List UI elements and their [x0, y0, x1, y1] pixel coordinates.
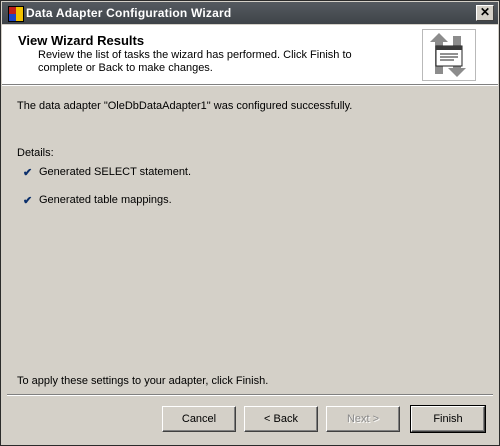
detail-item: Generated table mappings. — [39, 194, 172, 206]
app-icon — [8, 6, 24, 22]
back-button[interactable]: < Back — [244, 406, 318, 432]
close-icon: ✕ — [479, 5, 491, 19]
footer-note: To apply these settings to your adapter,… — [17, 375, 269, 387]
wizard-window: Data Adapter Configuration Wizard ✕ View… — [0, 0, 500, 446]
window-title: Data Adapter Configuration Wizard — [26, 6, 232, 20]
page-title: View Wizard Results — [18, 33, 145, 48]
title-bar[interactable]: Data Adapter Configuration Wizard ✕ — [2, 2, 498, 24]
data-adapter-wizard-icon — [422, 29, 476, 81]
detail-item: Generated SELECT statement. — [39, 166, 192, 178]
next-button[interactable]: Next > — [326, 406, 400, 432]
details-label: Details: — [17, 147, 54, 159]
checkmark-icon: ✔ — [23, 195, 33, 207]
cancel-button[interactable]: Cancel — [162, 406, 236, 432]
checkmark-icon: ✔ — [23, 167, 33, 179]
page-description: Review the list of tasks the wizard has … — [38, 49, 352, 74]
close-button[interactable]: ✕ — [476, 5, 494, 21]
status-message: The data adapter "OleDbDataAdapter1" was… — [17, 100, 353, 112]
finish-button[interactable]: Finish — [410, 405, 486, 433]
wizard-header: View Wizard Results Review the list of t… — [2, 25, 498, 85]
